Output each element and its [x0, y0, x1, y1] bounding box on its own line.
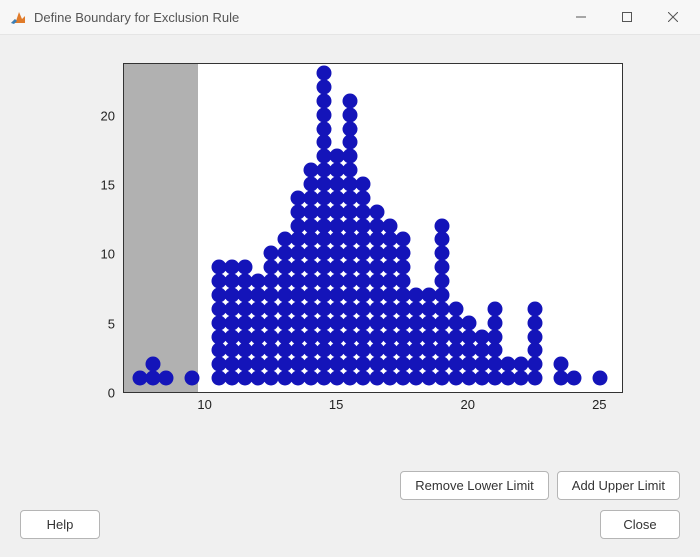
data-point — [343, 135, 358, 150]
matlab-icon — [10, 9, 26, 25]
data-point — [185, 371, 200, 386]
data-point — [435, 218, 450, 233]
data-point — [317, 66, 332, 81]
bottom-button-row: Help Close — [20, 504, 680, 549]
limit-button-row: Remove Lower Limit Add Upper Limit — [20, 463, 680, 504]
data-point — [238, 260, 253, 275]
data-point — [527, 343, 542, 358]
plot-area: 0 5 10 15 20 10 15 20 25 — [20, 53, 680, 463]
maximize-button[interactable] — [604, 2, 650, 32]
data-point — [435, 274, 450, 289]
content-area: 0 5 10 15 20 10 15 20 25 Remove Lower Limit Add … — [0, 35, 700, 557]
data-point — [356, 177, 371, 192]
help-button[interactable]: Help — [20, 510, 100, 539]
data-point — [395, 246, 410, 261]
data-point — [527, 357, 542, 372]
data-point — [435, 232, 450, 247]
data-point — [435, 246, 450, 261]
data-point — [317, 79, 332, 94]
data-point — [317, 121, 332, 136]
close-button[interactable]: Close — [600, 510, 680, 539]
close-window-button[interactable] — [650, 2, 696, 32]
lower-limit-shade[interactable] — [124, 64, 198, 392]
data-point — [395, 260, 410, 275]
data-point — [343, 121, 358, 136]
data-point — [395, 274, 410, 289]
data-point — [317, 93, 332, 108]
data-point — [159, 371, 174, 386]
titlebar[interactable]: Define Boundary for Exclusion Rule — [0, 0, 700, 35]
data-point — [527, 301, 542, 316]
y-tick-label: 15 — [75, 178, 115, 193]
x-tick-label: 20 — [461, 397, 475, 412]
data-point — [527, 371, 542, 386]
y-tick-label: 10 — [75, 247, 115, 262]
data-point — [567, 371, 582, 386]
data-point — [435, 260, 450, 275]
axes[interactable]: 0 5 10 15 20 10 15 20 25 — [65, 53, 635, 433]
data-point — [382, 218, 397, 233]
data-point — [395, 232, 410, 247]
add-upper-limit-button[interactable]: Add Upper Limit — [557, 471, 680, 500]
data-point — [488, 329, 503, 344]
axes-box — [123, 63, 623, 393]
data-point — [317, 135, 332, 150]
data-point — [488, 343, 503, 358]
data-point — [343, 163, 358, 178]
data-point — [553, 357, 568, 372]
data-point — [356, 190, 371, 205]
data-point — [343, 149, 358, 164]
data-point — [593, 371, 608, 386]
window-root: Define Boundary for Exclusion Rule 0 5 10 1… — [0, 0, 700, 557]
data-point — [343, 93, 358, 108]
data-point — [488, 315, 503, 330]
y-tick-label: 20 — [75, 108, 115, 123]
data-point — [527, 329, 542, 344]
data-point — [435, 287, 450, 302]
data-point — [527, 315, 542, 330]
data-point — [448, 301, 463, 316]
x-tick-label: 15 — [329, 397, 343, 412]
x-tick-label: 25 — [592, 397, 606, 412]
y-tick-label: 5 — [75, 316, 115, 331]
data-point — [145, 357, 160, 372]
data-point — [369, 204, 384, 219]
data-point — [343, 107, 358, 122]
y-tick-label: 0 — [75, 386, 115, 401]
x-tick-label: 10 — [197, 397, 211, 412]
data-point — [317, 107, 332, 122]
minimize-button[interactable] — [558, 2, 604, 32]
data-point — [461, 315, 476, 330]
remove-lower-limit-button[interactable]: Remove Lower Limit — [400, 471, 549, 500]
window-title: Define Boundary for Exclusion Rule — [34, 10, 239, 25]
data-point — [488, 301, 503, 316]
